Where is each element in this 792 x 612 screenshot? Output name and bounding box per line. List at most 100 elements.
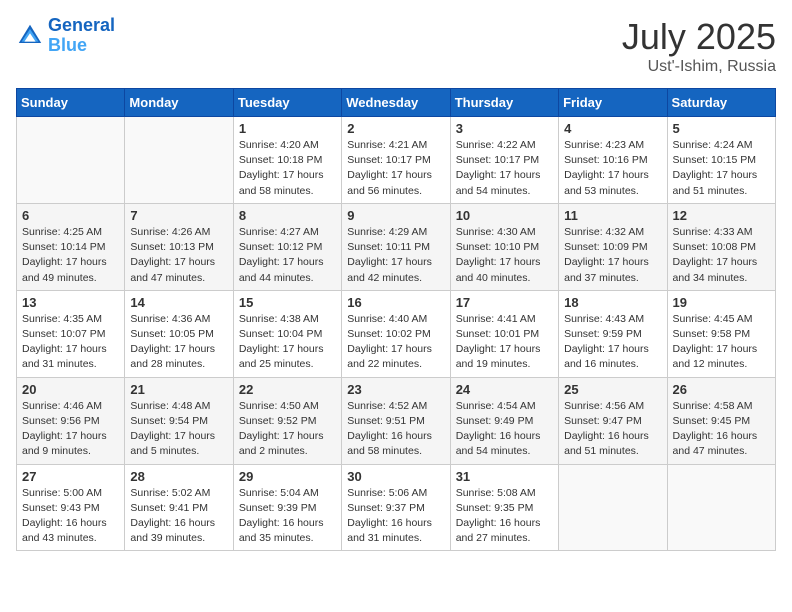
day-number: 6 bbox=[22, 208, 119, 223]
calendar-cell: 10 Sunrise: 4:30 AM Sunset: 10:10 PM Dayl… bbox=[450, 203, 558, 290]
calendar-cell: 31Sunrise: 5:08 AM Sunset: 9:35 PM Dayli… bbox=[450, 464, 558, 551]
calendar-cell bbox=[125, 117, 233, 204]
calendar-week-row: 27Sunrise: 5:00 AM Sunset: 9:43 PM Dayli… bbox=[17, 464, 776, 551]
day-number: 28 bbox=[130, 469, 227, 484]
day-info: Sunrise: 5:00 AM Sunset: 9:43 PM Dayligh… bbox=[22, 486, 119, 547]
weekday-header: Tuesday bbox=[233, 89, 341, 117]
calendar-cell: 14Sunrise: 4:36 AM Sunset: 10:05 PM Dayl… bbox=[125, 290, 233, 377]
day-number: 20 bbox=[22, 382, 119, 397]
calendar-cell: 16 Sunrise: 4:40 AM Sunset: 10:02 PM Dayl… bbox=[342, 290, 450, 377]
calendar-cell: 22Sunrise: 4:50 AM Sunset: 9:52 PM Dayli… bbox=[233, 377, 341, 464]
calendar-cell: 7 Sunrise: 4:26 AM Sunset: 10:13 PM Dayli… bbox=[125, 203, 233, 290]
calendar-cell: 13Sunrise: 4:35 AM Sunset: 10:07 PM Dayl… bbox=[17, 290, 125, 377]
day-info: Sunrise: 4:45 AM Sunset: 9:58 PM Dayligh… bbox=[673, 312, 770, 373]
day-number: 21 bbox=[130, 382, 227, 397]
day-info: Sunrise: 4:30 AM Sunset: 10:10 PM Daylig… bbox=[456, 225, 553, 286]
day-info: Sunrise: 4:54 AM Sunset: 9:49 PM Dayligh… bbox=[456, 399, 553, 460]
day-number: 8 bbox=[239, 208, 336, 223]
title-block: July 2025 Ust'-Ishim, Russia bbox=[622, 16, 776, 76]
logo-text: GeneralBlue bbox=[48, 16, 115, 56]
day-info: Sunrise: 4:24 AM Sunset: 10:15 PM Daylig… bbox=[673, 138, 770, 199]
calendar-cell: 23 Sunrise: 4:52 AM Sunset: 9:51 PM Dayli… bbox=[342, 377, 450, 464]
day-info: Sunrise: 4:32 AM Sunset: 10:09 PM Daylig… bbox=[564, 225, 661, 286]
logo: GeneralBlue bbox=[16, 16, 115, 56]
day-number: 7 bbox=[130, 208, 227, 223]
day-info: Sunrise: 4:36 AM Sunset: 10:05 PM Daylig… bbox=[130, 312, 227, 373]
calendar-cell: 2Sunrise: 4:21 AM Sunset: 10:17 PM Dayli… bbox=[342, 117, 450, 204]
day-info: Sunrise: 4:20 AM Sunset: 10:18 PM Daylig… bbox=[239, 138, 336, 199]
calendar-table: SundayMondayTuesdayWednesdayThursdayFrid… bbox=[16, 88, 776, 551]
calendar-cell: 9 Sunrise: 4:29 AM Sunset: 10:11 PM Dayli… bbox=[342, 203, 450, 290]
day-info: Sunrise: 4:22 AM Sunset: 10:17 PM Daylig… bbox=[456, 138, 553, 199]
calendar-cell: 20 Sunrise: 4:46 AM Sunset: 9:56 PM Dayli… bbox=[17, 377, 125, 464]
day-info: Sunrise: 4:52 AM Sunset: 9:51 PM Dayligh… bbox=[347, 399, 444, 460]
day-info: Sunrise: 4:23 AM Sunset: 10:16 PM Daylig… bbox=[564, 138, 661, 199]
day-info: Sunrise: 4:41 AM Sunset: 10:01 PM Daylig… bbox=[456, 312, 553, 373]
day-info: Sunrise: 4:27 AM Sunset: 10:12 PM Daylig… bbox=[239, 225, 336, 286]
calendar-cell bbox=[559, 464, 667, 551]
weekday-header: Monday bbox=[125, 89, 233, 117]
calendar-cell: 3 Sunrise: 4:22 AM Sunset: 10:17 PM Dayli… bbox=[450, 117, 558, 204]
day-number: 5 bbox=[673, 121, 770, 136]
day-number: 9 bbox=[347, 208, 444, 223]
day-info: Sunrise: 4:25 AM Sunset: 10:14 PM Daylig… bbox=[22, 225, 119, 286]
calendar-cell: 21 Sunrise: 4:48 AM Sunset: 9:54 PM Dayli… bbox=[125, 377, 233, 464]
calendar-cell: 28 Sunrise: 5:02 AM Sunset: 9:41 PM Dayli… bbox=[125, 464, 233, 551]
day-number: 25 bbox=[564, 382, 661, 397]
calendar-cell: 26 Sunrise: 4:58 AM Sunset: 9:45 PM Dayli… bbox=[667, 377, 775, 464]
day-number: 29 bbox=[239, 469, 336, 484]
calendar-cell: 29Sunrise: 5:04 AM Sunset: 9:39 PM Dayli… bbox=[233, 464, 341, 551]
day-info: Sunrise: 4:56 AM Sunset: 9:47 PM Dayligh… bbox=[564, 399, 661, 460]
calendar-cell: 15 Sunrise: 4:38 AM Sunset: 10:04 PM Dayl… bbox=[233, 290, 341, 377]
calendar-cell: 18 Sunrise: 4:43 AM Sunset: 9:59 PM Dayli… bbox=[559, 290, 667, 377]
month-title: July 2025 bbox=[622, 16, 776, 58]
weekday-header-row: SundayMondayTuesdayWednesdayThursdayFrid… bbox=[17, 89, 776, 117]
day-info: Sunrise: 4:29 AM Sunset: 10:11 PM Daylig… bbox=[347, 225, 444, 286]
weekday-header: Friday bbox=[559, 89, 667, 117]
day-info: Sunrise: 4:46 AM Sunset: 9:56 PM Dayligh… bbox=[22, 399, 119, 460]
calendar-cell: 24 Sunrise: 4:54 AM Sunset: 9:49 PM Dayli… bbox=[450, 377, 558, 464]
day-number: 16 bbox=[347, 295, 444, 310]
day-info: Sunrise: 4:33 AM Sunset: 10:08 PM Daylig… bbox=[673, 225, 770, 286]
day-number: 3 bbox=[456, 121, 553, 136]
day-info: Sunrise: 4:48 AM Sunset: 9:54 PM Dayligh… bbox=[130, 399, 227, 460]
weekday-header: Thursday bbox=[450, 89, 558, 117]
day-info: Sunrise: 4:58 AM Sunset: 9:45 PM Dayligh… bbox=[673, 399, 770, 460]
day-info: Sunrise: 4:26 AM Sunset: 10:13 PM Daylig… bbox=[130, 225, 227, 286]
calendar-cell: 19 Sunrise: 4:45 AM Sunset: 9:58 PM Dayli… bbox=[667, 290, 775, 377]
calendar-cell: 12Sunrise: 4:33 AM Sunset: 10:08 PM Dayl… bbox=[667, 203, 775, 290]
day-info: Sunrise: 4:40 AM Sunset: 10:02 PM Daylig… bbox=[347, 312, 444, 373]
day-info: Sunrise: 4:50 AM Sunset: 9:52 PM Dayligh… bbox=[239, 399, 336, 460]
day-info: Sunrise: 5:08 AM Sunset: 9:35 PM Dayligh… bbox=[456, 486, 553, 547]
weekday-header: Saturday bbox=[667, 89, 775, 117]
day-number: 23 bbox=[347, 382, 444, 397]
weekday-header: Sunday bbox=[17, 89, 125, 117]
calendar-cell: 1 Sunrise: 4:20 AM Sunset: 10:18 PM Dayli… bbox=[233, 117, 341, 204]
day-info: Sunrise: 4:35 AM Sunset: 10:07 PM Daylig… bbox=[22, 312, 119, 373]
calendar-cell: 17 Sunrise: 4:41 AM Sunset: 10:01 PM Dayl… bbox=[450, 290, 558, 377]
location-title: Ust'-Ishim, Russia bbox=[622, 58, 776, 76]
calendar-cell bbox=[17, 117, 125, 204]
day-number: 2 bbox=[347, 121, 444, 136]
day-info: Sunrise: 4:43 AM Sunset: 9:59 PM Dayligh… bbox=[564, 312, 661, 373]
calendar-week-row: 13Sunrise: 4:35 AM Sunset: 10:07 PM Dayl… bbox=[17, 290, 776, 377]
day-number: 19 bbox=[673, 295, 770, 310]
day-number: 15 bbox=[239, 295, 336, 310]
day-number: 18 bbox=[564, 295, 661, 310]
day-number: 26 bbox=[673, 382, 770, 397]
calendar-week-row: 1 Sunrise: 4:20 AM Sunset: 10:18 PM Dayli… bbox=[17, 117, 776, 204]
weekday-header: Wednesday bbox=[342, 89, 450, 117]
calendar-cell: 11Sunrise: 4:32 AM Sunset: 10:09 PM Dayl… bbox=[559, 203, 667, 290]
logo-icon bbox=[16, 22, 44, 50]
day-info: Sunrise: 4:38 AM Sunset: 10:04 PM Daylig… bbox=[239, 312, 336, 373]
day-info: Sunrise: 5:06 AM Sunset: 9:37 PM Dayligh… bbox=[347, 486, 444, 547]
day-number: 24 bbox=[456, 382, 553, 397]
calendar-cell: 8 Sunrise: 4:27 AM Sunset: 10:12 PM Dayli… bbox=[233, 203, 341, 290]
calendar-week-row: 20 Sunrise: 4:46 AM Sunset: 9:56 PM Dayli… bbox=[17, 377, 776, 464]
day-number: 1 bbox=[239, 121, 336, 136]
day-number: 10 bbox=[456, 208, 553, 223]
day-info: Sunrise: 5:02 AM Sunset: 9:41 PM Dayligh… bbox=[130, 486, 227, 547]
day-number: 17 bbox=[456, 295, 553, 310]
calendar-cell: 6 Sunrise: 4:25 AM Sunset: 10:14 PM Dayli… bbox=[17, 203, 125, 290]
calendar-cell: 30Sunrise: 5:06 AM Sunset: 9:37 PM Dayli… bbox=[342, 464, 450, 551]
